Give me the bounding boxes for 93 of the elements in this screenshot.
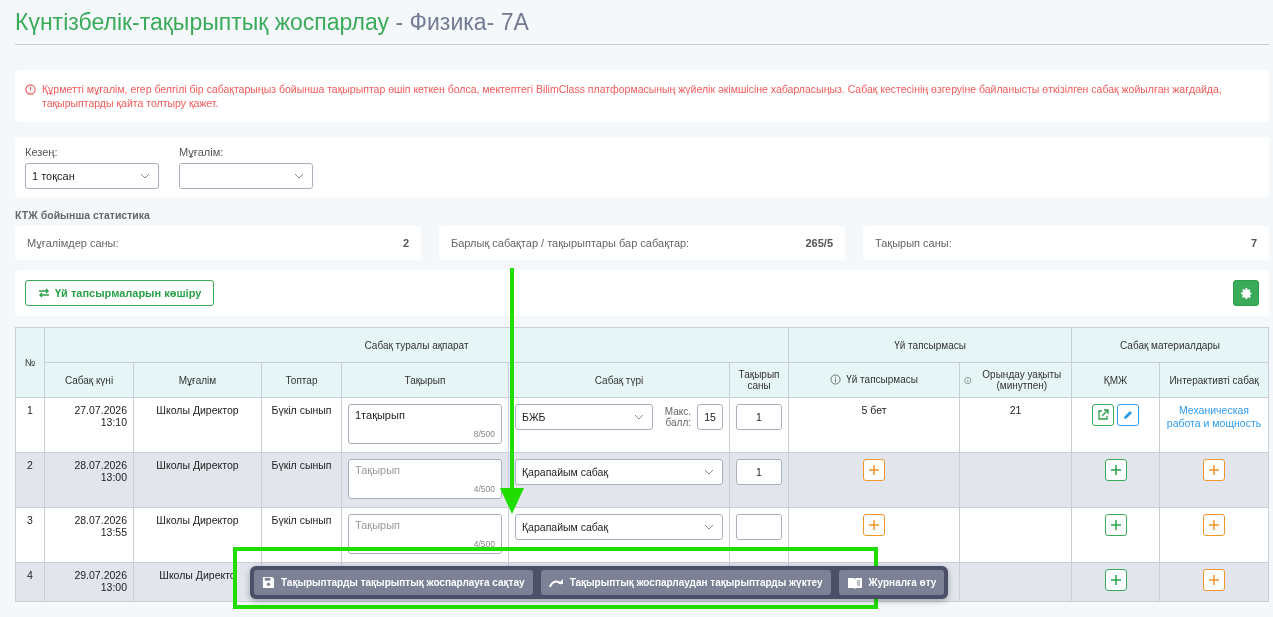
filter-label: Кезең:	[25, 146, 59, 158]
lesson-type-select[interactable]: Қарапайым сабақ	[515, 514, 723, 540]
lesson-type-select[interactable]: Қарапайым сабақ	[515, 459, 723, 485]
lesson-date: 29.07.2026	[73, 569, 127, 581]
add-material-button[interactable]	[1104, 569, 1127, 591]
action-button[interactable]: Тақырыптық жоспарлаудан тақырыптарды жүктеу	[540, 570, 831, 595]
chevron-icon	[704, 524, 714, 530]
column-header: Топтар	[285, 374, 318, 386]
plus-icon	[1109, 519, 1122, 531]
group-header: Сабақ туралы ақпарат	[44, 327, 789, 363]
teacher-cell: Школы Директор	[156, 459, 239, 471]
chevron-icon	[704, 469, 714, 475]
action-button[interactable]: Журналға өту	[838, 570, 945, 595]
lesson-time: 13:10	[99, 416, 127, 428]
column-header: Сабақ күні	[64, 374, 114, 386]
swap-arrows-icon	[38, 288, 50, 298]
plus-icon	[868, 519, 881, 531]
chevron-icon	[140, 173, 150, 179]
add-material-button[interactable]	[1104, 459, 1127, 481]
teacher-cell: Школы Директор	[156, 404, 239, 416]
groups-cell: Бүкіл сынып	[271, 459, 332, 471]
pencil-icon	[1122, 409, 1135, 421]
column-header: Орындау уақыты (минутпен)	[964, 369, 1068, 391]
settings-button[interactable]	[1233, 280, 1259, 306]
max-score-field[interactable]: 15	[697, 404, 723, 430]
plus-icon	[868, 464, 881, 476]
group-header: Үй тапсырмасы	[788, 327, 1072, 363]
plus-icon	[1208, 519, 1220, 531]
topic-field[interactable]: 1тақырып 8/500	[348, 404, 502, 444]
subject-title: - Физика- 7А	[395, 9, 529, 35]
column-header: №	[15, 327, 45, 398]
open-link-button[interactable]	[1092, 404, 1115, 426]
external-link-icon	[1097, 409, 1110, 421]
add-homework-button[interactable]	[863, 459, 886, 481]
groups-cell: Бүкіл сынып	[271, 514, 332, 526]
column-header: ҚМЖ	[1103, 374, 1128, 386]
stat-value: 2	[402, 237, 409, 249]
row-number: 3	[27, 514, 33, 526]
groups-cell: Бүкіл сынып	[271, 404, 332, 416]
lesson-type-select[interactable]: БЖБ	[515, 404, 653, 430]
duration-cell: 21	[1009, 404, 1022, 416]
stats-heading: КТЖ бойынша статистика	[15, 209, 151, 221]
stat-label: Барлық сабақтар / тақырыптары бар сабақтар:	[451, 237, 690, 249]
add-interactive-button[interactable]	[1203, 459, 1225, 481]
filter-select[interactable]: 1 тоқсан	[25, 163, 159, 189]
teacher-cell: Школы Директор	[156, 514, 239, 526]
filter-label: Мұғалім:	[179, 146, 225, 158]
add-homework-button[interactable]	[863, 514, 886, 536]
add-material-button[interactable]	[1104, 514, 1127, 536]
row-number: 4	[27, 569, 33, 581]
max-score-label: Макс. балл:	[663, 406, 691, 428]
topic-count-field[interactable]: 1	[736, 404, 782, 430]
lesson-date: 28.07.2026	[73, 514, 127, 526]
column-header: Интерактивті сабақ	[1169, 374, 1259, 386]
chevron-icon	[294, 173, 304, 179]
row-number: 1	[27, 404, 33, 416]
plus-icon	[1109, 464, 1122, 476]
column-header: Үй тапсырмасы	[830, 373, 918, 385]
column-header: Тақырып саны	[737, 369, 781, 391]
topic-count-field[interactable]: 1	[736, 459, 782, 485]
add-interactive-button[interactable]	[1203, 569, 1225, 591]
stat-label: Тақырып саны:	[875, 237, 952, 249]
chevron-icon	[634, 414, 644, 420]
topic-field[interactable]: Тақырып 4/500	[348, 459, 502, 499]
topic-count-field[interactable]	[736, 514, 782, 540]
lesson-time: 13:00	[99, 471, 127, 483]
curved-arrow-icon	[548, 577, 564, 588]
plus-icon	[1109, 574, 1122, 586]
column-header: Сабақ түрі	[594, 374, 644, 386]
lesson-time: 13:00	[99, 581, 127, 593]
plus-icon	[1208, 464, 1220, 476]
lesson-time: 13:55	[99, 526, 127, 538]
homework-text: 5 бет	[861, 404, 887, 416]
plus-icon	[1208, 574, 1220, 586]
row-number: 2	[27, 459, 33, 471]
stat-value: 7	[1250, 237, 1257, 249]
gear-icon	[1239, 286, 1253, 300]
topic-field[interactable]: Тақырып 4/500	[348, 514, 502, 554]
add-interactive-button[interactable]	[1203, 514, 1225, 536]
action-button[interactable]: Тақырыптарды тақырыптық жоспарлауға сақтау	[254, 570, 533, 595]
group-header: Сабақ материалдары	[1071, 327, 1269, 363]
lesson-date: 28.07.2026	[73, 459, 127, 471]
filter-select[interactable]	[179, 163, 313, 189]
stat-value: 265/5	[805, 237, 833, 249]
alert-text: Құрметті мұғалім, егер белгілі бір сабақтарыңыз бойынша тақырыптар өшіп кеткен болса, мектептегі BilimClass платформасының жүйелік әкімшісіне хабарласыңыз. Сабақ кестесінің өзгеруіне байланысты өткізілген сабақ жойылған жағдайда, тақырыптарды қайта толтыру қажет.	[42, 82, 1223, 110]
book-icon	[846, 576, 863, 589]
column-header: Тақырып	[404, 374, 446, 386]
stat-label: Мұғалімдер саны:	[27, 237, 119, 249]
info-icon	[25, 84, 36, 95]
page-title: Күнтізбелік-тақырыптық жоспарлау	[15, 9, 390, 35]
edit-button[interactable]	[1117, 404, 1140, 426]
lesson-date: 27.07.2026	[73, 404, 127, 416]
column-header: Мұғалім	[178, 374, 217, 386]
